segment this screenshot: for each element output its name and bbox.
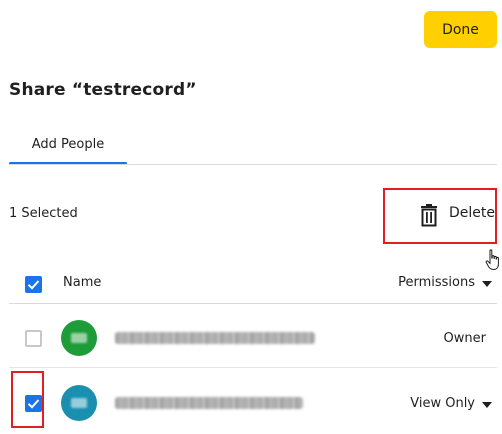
permission-dropdown[interactable]: View Only	[410, 396, 475, 411]
tab-divider	[9, 164, 497, 165]
caret-down-icon[interactable]	[482, 402, 492, 408]
table-row[interactable]: Owner	[9, 310, 497, 368]
row-checkbox[interactable]	[25, 330, 42, 347]
tab-add-people[interactable]: Add People	[9, 124, 127, 164]
dialog-title: Share “testrecord”	[9, 80, 197, 100]
trash-icon	[419, 204, 439, 228]
column-header-permissions[interactable]: Permissions	[398, 275, 475, 290]
avatar	[61, 385, 97, 421]
row-divider	[9, 367, 497, 368]
done-button[interactable]: Done	[424, 11, 497, 48]
obscured-email	[115, 332, 315, 344]
delete-button[interactable]: Delete	[383, 188, 497, 244]
share-dialog: Done Share “testrecord” Add People 1 Sel…	[0, 0, 502, 434]
delete-label: Delete	[449, 205, 495, 221]
obscured-email	[115, 397, 303, 409]
column-header-name[interactable]: Name	[63, 275, 101, 290]
tab-bar: Add People	[9, 124, 497, 166]
table-row[interactable]: View Only	[9, 371, 497, 433]
checkmark-icon	[27, 399, 40, 409]
table-header: Name Permissions	[9, 264, 497, 304]
select-all-checkbox[interactable]	[25, 276, 42, 293]
row-checkbox[interactable]	[25, 395, 42, 412]
avatar	[61, 320, 97, 356]
checkmark-icon	[27, 280, 40, 290]
header-divider	[9, 303, 497, 304]
caret-down-icon[interactable]	[482, 281, 492, 287]
permission-value: Owner	[443, 331, 486, 346]
selected-count: 1 Selected	[9, 206, 78, 221]
